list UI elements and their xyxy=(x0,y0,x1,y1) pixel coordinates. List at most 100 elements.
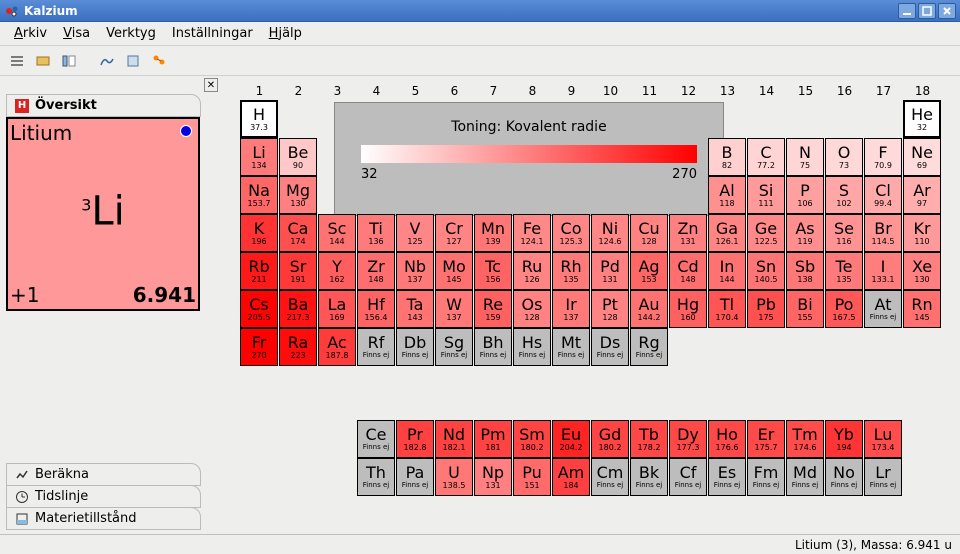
element-Cu[interactable]: Cu128 xyxy=(630,214,668,252)
element-Cd[interactable]: Cd148 xyxy=(669,252,707,290)
element-Nd[interactable]: Nd182.1 xyxy=(435,420,473,458)
element-Ra[interactable]: Ra223 xyxy=(279,328,317,366)
element-Tm[interactable]: Tm174.6 xyxy=(786,420,824,458)
element-Hs[interactable]: HsFinns ej xyxy=(513,328,551,366)
element-Na[interactable]: Na153.7 xyxy=(240,176,278,214)
element-F[interactable]: F70.9 xyxy=(864,138,902,176)
element-Ce[interactable]: CeFinns ej xyxy=(357,420,395,458)
element-Br[interactable]: Br114.5 xyxy=(864,214,902,252)
element-Er[interactable]: Er175.7 xyxy=(747,420,785,458)
element-Pb[interactable]: Pb175 xyxy=(747,290,785,328)
element-Zr[interactable]: Zr148 xyxy=(357,252,395,290)
element-As[interactable]: As119 xyxy=(786,214,824,252)
element-Sn[interactable]: Sn140.5 xyxy=(747,252,785,290)
element-Yb[interactable]: Yb194 xyxy=(825,420,863,458)
element-S[interactable]: S102 xyxy=(825,176,863,214)
minimize-button[interactable] xyxy=(898,3,916,19)
element-Ge[interactable]: Ge122.5 xyxy=(747,214,785,252)
element-Np[interactable]: Np131 xyxy=(474,458,512,496)
element-Cm[interactable]: CmFinns ej xyxy=(591,458,629,496)
close-button[interactable] xyxy=(938,3,956,19)
element-Sm[interactable]: Sm180.2 xyxy=(513,420,551,458)
element-Nb[interactable]: Nb137 xyxy=(396,252,434,290)
element-Ag[interactable]: Ag153 xyxy=(630,252,668,290)
element-Cf[interactable]: CfFinns ej xyxy=(669,458,707,496)
element-Kr[interactable]: Kr110 xyxy=(903,214,941,252)
element-Md[interactable]: MdFinns ej xyxy=(786,458,824,496)
element-Ru[interactable]: Ru126 xyxy=(513,252,551,290)
element-Ho[interactable]: Ho176.6 xyxy=(708,420,746,458)
element-P[interactable]: P106 xyxy=(786,176,824,214)
element-Ar[interactable]: Ar97 xyxy=(903,176,941,214)
maximize-button[interactable] xyxy=(918,3,936,19)
element-Hg[interactable]: Hg160 xyxy=(669,290,707,328)
element-Bh[interactable]: BhFinns ej xyxy=(474,328,512,366)
toolbar-btn-molecule[interactable] xyxy=(148,50,170,72)
element-Ir[interactable]: Ir137 xyxy=(552,290,590,328)
element-Pm[interactable]: Pm181 xyxy=(474,420,512,458)
menu-arkiv[interactable]: Arkiv xyxy=(6,24,55,43)
element-Fm[interactable]: FmFinns ej xyxy=(747,458,785,496)
element-V[interactable]: V125 xyxy=(396,214,434,252)
element-Y[interactable]: Y162 xyxy=(318,252,356,290)
element-Be[interactable]: Be90 xyxy=(279,138,317,176)
element-Ds[interactable]: DsFinns ej xyxy=(591,328,629,366)
element-Zn[interactable]: Zn131 xyxy=(669,214,707,252)
element-Ti[interactable]: Ti136 xyxy=(357,214,395,252)
element-Co[interactable]: Co125.3 xyxy=(552,214,590,252)
element-Rh[interactable]: Rh135 xyxy=(552,252,590,290)
element-Ac[interactable]: Ac187.8 xyxy=(318,328,356,366)
element-Es[interactable]: EsFinns ej xyxy=(708,458,746,496)
element-In[interactable]: In144 xyxy=(708,252,746,290)
element-Pd[interactable]: Pd131 xyxy=(591,252,629,290)
element-Ba[interactable]: Ba217.3 xyxy=(279,290,317,328)
element-Rb[interactable]: Rb211 xyxy=(240,252,278,290)
element-Pr[interactable]: Pr182.8 xyxy=(396,420,434,458)
element-Os[interactable]: Os128 xyxy=(513,290,551,328)
element-Se[interactable]: Se116 xyxy=(825,214,863,252)
element-Cl[interactable]: Cl99.4 xyxy=(864,176,902,214)
sidebar-tab-beräkna[interactable]: Beräkna xyxy=(6,463,201,486)
element-Sb[interactable]: Sb138 xyxy=(786,252,824,290)
element-O[interactable]: O73 xyxy=(825,138,863,176)
element-La[interactable]: La169 xyxy=(318,290,356,328)
element-Mo[interactable]: Mo145 xyxy=(435,252,473,290)
element-Xe[interactable]: Xe130 xyxy=(903,252,941,290)
element-U[interactable]: U138.5 xyxy=(435,458,473,496)
element-Lr[interactable]: LrFinns ej xyxy=(864,458,902,496)
element-Mt[interactable]: MtFinns ej xyxy=(552,328,590,366)
element-Gd[interactable]: Gd180.2 xyxy=(591,420,629,458)
toolbar-btn-plot[interactable] xyxy=(96,50,118,72)
element-C[interactable]: C77.2 xyxy=(747,138,785,176)
element-Tl[interactable]: Tl170.4 xyxy=(708,290,746,328)
element-Bk[interactable]: BkFinns ej xyxy=(630,458,668,496)
element-Pt[interactable]: Pt128 xyxy=(591,290,629,328)
element-Lu[interactable]: Lu173.4 xyxy=(864,420,902,458)
toolbar-btn-side[interactable] xyxy=(58,50,80,72)
element-Rn[interactable]: Rn145 xyxy=(903,290,941,328)
element-Ne[interactable]: Ne69 xyxy=(903,138,941,176)
element-Mn[interactable]: Mn139 xyxy=(474,214,512,252)
element-Tb[interactable]: Tb178.2 xyxy=(630,420,668,458)
element-Rf[interactable]: RfFinns ej xyxy=(357,328,395,366)
element-Sr[interactable]: Sr191 xyxy=(279,252,317,290)
menu-verktyg[interactable]: Verktyg xyxy=(98,24,164,43)
element-Am[interactable]: Am184 xyxy=(552,458,590,496)
element-I[interactable]: I133.1 xyxy=(864,252,902,290)
element-Ca[interactable]: Ca174 xyxy=(279,214,317,252)
sidebar-tab-overview[interactable]: H Översikt xyxy=(6,94,201,117)
toolbar-btn-list[interactable] xyxy=(6,50,28,72)
element-Ga[interactable]: Ga126.1 xyxy=(708,214,746,252)
element-Li[interactable]: Li134 xyxy=(240,138,278,176)
menu-visa[interactable]: Visa xyxy=(55,24,98,43)
element-Ni[interactable]: Ni124.6 xyxy=(591,214,629,252)
element-Sc[interactable]: Sc144 xyxy=(318,214,356,252)
element-Db[interactable]: DbFinns ej xyxy=(396,328,434,366)
toolbar-btn-book[interactable] xyxy=(122,50,144,72)
element-N[interactable]: N75 xyxy=(786,138,824,176)
element-Au[interactable]: Au144.2 xyxy=(630,290,668,328)
menu-hjalp[interactable]: Hjälp xyxy=(261,24,310,43)
element-Al[interactable]: Al118 xyxy=(708,176,746,214)
toolbar-btn-compact[interactable] xyxy=(32,50,54,72)
element-Re[interactable]: Re159 xyxy=(474,290,512,328)
